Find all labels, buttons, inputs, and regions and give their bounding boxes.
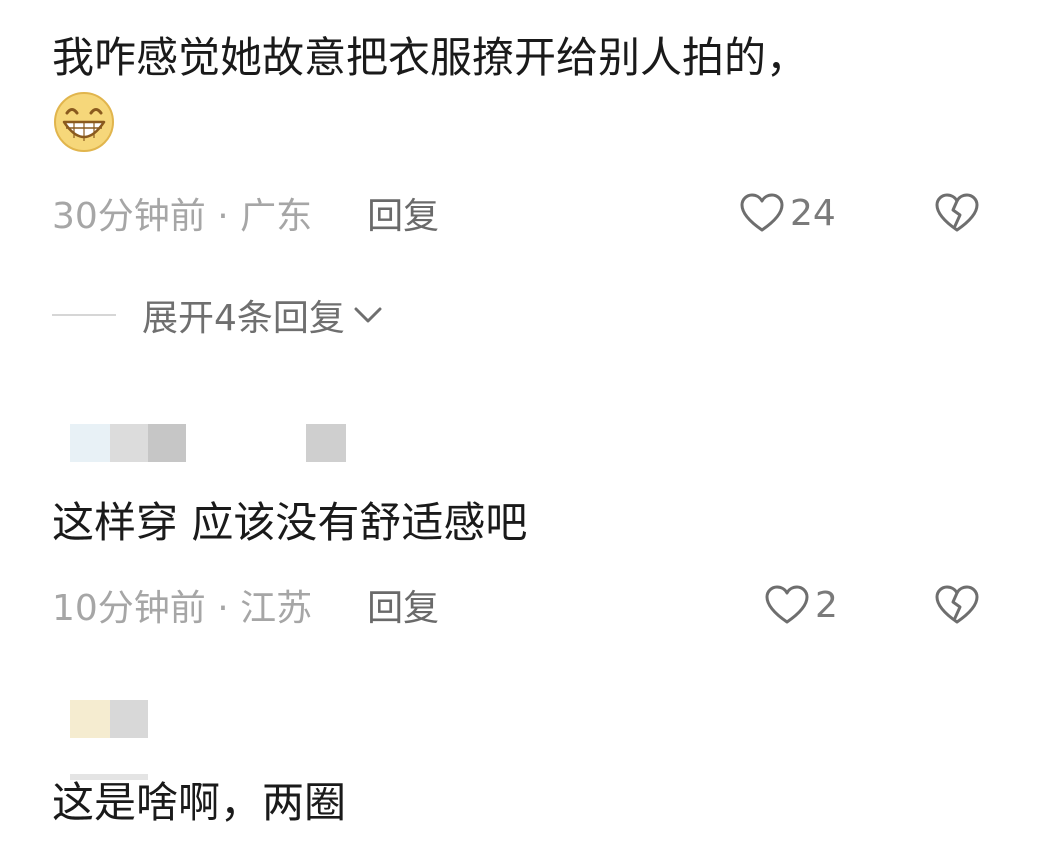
comment-text: 这样穿 应该没有舒适感吧 bbox=[52, 498, 528, 547]
reply-button[interactable]: 回复 bbox=[367, 187, 439, 239]
heart-outline-icon bbox=[740, 193, 784, 232]
expand-replies-row: 展开4条回复 bbox=[52, 290, 383, 340]
username-blurred bbox=[70, 700, 148, 738]
comment-time-location: 10分钟前 · 江苏 bbox=[52, 588, 313, 629]
comment-item: 这样穿 应该没有舒适感吧 bbox=[52, 495, 987, 551]
comment-item: 我咋感觉她故意把衣服撩开给别人拍的， bbox=[52, 30, 987, 158]
comment-item: 这是啥啊，两圈 bbox=[52, 775, 987, 831]
comment-meta: 30分钟前 · 广东 回复 24 bbox=[52, 188, 987, 238]
chevron-down-icon bbox=[354, 307, 382, 323]
reply-button[interactable]: 回复 bbox=[367, 579, 439, 631]
broken-heart-icon[interactable] bbox=[935, 585, 979, 625]
username-blurred bbox=[306, 424, 346, 462]
comment-time-location: 30分钟前 · 广东 bbox=[52, 196, 313, 237]
grinning-face-icon bbox=[54, 92, 114, 152]
username-blurred bbox=[70, 424, 186, 462]
divider bbox=[52, 314, 116, 316]
like-count: 24 bbox=[790, 192, 836, 234]
like-button[interactable]: 2 bbox=[765, 585, 838, 626]
broken-heart-icon[interactable] bbox=[935, 193, 979, 233]
expand-replies-button[interactable]: 展开4条回复 bbox=[142, 289, 383, 341]
expand-replies-label: 展开4条回复 bbox=[142, 298, 345, 339]
heart-outline-icon bbox=[765, 585, 809, 624]
comment-text: 这是啥啊，两圈 bbox=[52, 778, 347, 827]
like-count: 2 bbox=[815, 584, 838, 626]
like-button[interactable]: 24 bbox=[740, 193, 836, 234]
comment-meta: 10分钟前 · 江苏 回复 2 bbox=[52, 580, 987, 630]
comment-text: 我咋感觉她故意把衣服撩开给别人拍的， bbox=[52, 33, 809, 82]
